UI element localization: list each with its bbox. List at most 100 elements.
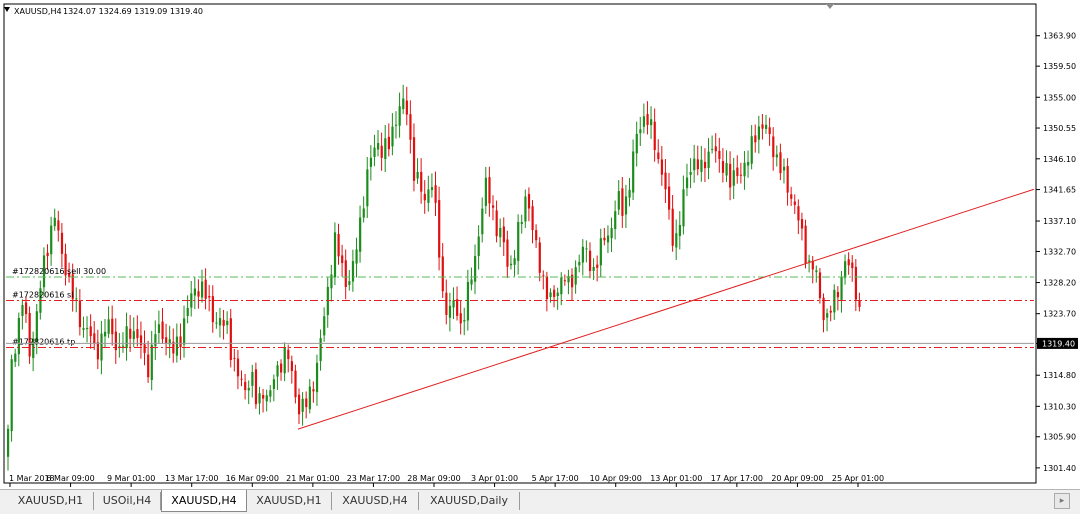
candle-body (391, 126, 394, 147)
candle-body (664, 172, 667, 190)
candle-body (272, 379, 276, 389)
chevron-right-icon: ▸ (1059, 496, 1065, 506)
candle-body (736, 167, 739, 177)
candle-body (793, 201, 796, 205)
candle-body (384, 138, 387, 159)
candle-body (251, 371, 254, 386)
candle-body (707, 151, 710, 168)
current-price-label: 1319.40 (1042, 339, 1075, 348)
candle-body (488, 177, 491, 204)
candle-body (725, 163, 728, 176)
candle-body (448, 305, 452, 318)
candle-body (186, 307, 189, 316)
candle-body (132, 331, 135, 340)
candle-body (581, 246, 584, 263)
candle-body (244, 381, 247, 391)
time-tick-label: 25 Apr 01:00 (832, 474, 884, 483)
price-tick-label: 1314.80 (1043, 371, 1076, 380)
candle-body (797, 206, 800, 221)
candle-body (833, 289, 836, 313)
candle-body (531, 206, 534, 231)
candle-body (445, 292, 448, 315)
candle-body (420, 171, 423, 192)
candle-body (786, 166, 789, 193)
order-line-label: #172820616 sell 30.00 (12, 267, 106, 276)
tab-xauusd-daily[interactable]: XAUUSD,Daily (419, 492, 520, 510)
candle-body (280, 363, 283, 373)
candle-body (323, 316, 326, 336)
candle-body (603, 237, 606, 241)
candle-body (545, 276, 549, 300)
candle-body (840, 277, 843, 300)
price-tick-label: 1305.90 (1043, 433, 1076, 442)
candle-body (782, 166, 786, 171)
tab-scroll-button[interactable]: ▸ (1054, 493, 1070, 509)
candle-body (610, 228, 613, 239)
candle-body (24, 302, 28, 315)
candle-body (491, 205, 495, 208)
candle-body (513, 258, 516, 265)
candle-body (93, 333, 96, 344)
candle-body (129, 328, 132, 339)
candle-body (779, 152, 782, 174)
candle-body (585, 248, 588, 250)
price-tick-label: 1337.10 (1043, 217, 1076, 226)
chart-window[interactable]: #172820616 sell 30.00 #172820616 sl #17282… (0, 0, 1080, 489)
candle-body (179, 336, 182, 347)
current-price-marker: 1319.40 (1037, 337, 1078, 349)
candle-body (258, 393, 261, 404)
candle-body (854, 266, 858, 300)
candle-body (183, 318, 186, 345)
candle-body (86, 327, 89, 330)
time-tick-label: 20 Apr 09:00 (771, 474, 823, 483)
tab-xauusd-h1-second[interactable]: XAUUSD,H1 (247, 492, 332, 510)
candle-body (560, 277, 563, 295)
candle-body (624, 196, 628, 215)
candle-body (204, 279, 207, 299)
tab-xauusd-h4-second[interactable]: XAUUSD,H4 (332, 492, 419, 510)
candle-body (527, 193, 531, 209)
candle-body (653, 121, 656, 151)
candle-body (650, 119, 653, 126)
candle-body (592, 266, 595, 271)
candle-body (14, 353, 17, 362)
candle-body (430, 187, 434, 191)
candle-body (82, 328, 85, 330)
price-tick-label: 1350.55 (1043, 124, 1076, 133)
candle-body (233, 357, 236, 359)
candle-body (373, 147, 376, 157)
candle-body (844, 261, 847, 278)
candle-body (355, 249, 358, 264)
candle-body (642, 116, 646, 127)
candle-body (768, 127, 771, 135)
candle-body (154, 334, 157, 347)
candle-body (434, 185, 437, 203)
candle-body (628, 189, 631, 198)
tab-xauusd-h4-active[interactable]: XAUUSD,H4 (161, 490, 247, 512)
candle-body (506, 239, 509, 267)
candle-body (743, 162, 746, 177)
candle-body (409, 114, 412, 140)
candle-body (301, 398, 304, 412)
plot-area (3, 3, 1037, 484)
time-axis: 1 Mar 20186 Mar 09:00 9 Mar 01:00 13 Mar 1… (9, 474, 884, 487)
candle-body (254, 369, 258, 405)
tab-xauusd-h1[interactable]: XAUUSD,H1 (8, 492, 94, 510)
candle-body (693, 158, 696, 171)
candle-body (822, 297, 825, 321)
candle-body (416, 172, 419, 179)
candle-body (438, 200, 441, 258)
candle-body (208, 296, 211, 298)
candle-body (10, 359, 13, 432)
chart-canvas[interactable]: #172820616 sell 30.00 #172820616 sl #17282… (0, 0, 1080, 489)
candle-body (96, 342, 100, 360)
tab-usoil-h4[interactable]: USOil,H4 (94, 492, 161, 510)
time-tick-label: 17 Apr 17:00 (711, 474, 763, 483)
candle-body (150, 344, 153, 381)
candle-body (689, 171, 692, 175)
candle-body (412, 137, 416, 181)
candle-body (377, 142, 380, 150)
candle-body (200, 281, 204, 298)
candle-body (165, 337, 168, 344)
candle-body (815, 270, 818, 273)
